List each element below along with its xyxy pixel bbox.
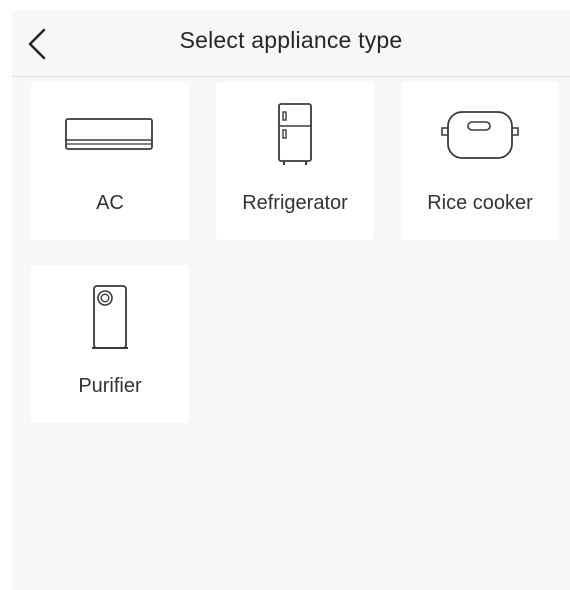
rice-cooker-icon (441, 111, 519, 159)
page-title: Select appliance type (179, 27, 403, 53)
appliance-label: AC (96, 192, 124, 214)
appliance-tile-rice-cooker[interactable]: Rice cooker (401, 82, 559, 240)
air-conditioner-icon (65, 118, 153, 150)
app-screen: Select appliance type AC Refrigerator Ri… (12, 10, 570, 590)
air-purifier-icon (92, 285, 128, 349)
refrigerator-icon (278, 103, 312, 165)
header-bar: Select appliance type (12, 10, 570, 77)
appliance-label: Refrigerator (242, 192, 348, 214)
appliance-label: Rice cooker (427, 192, 533, 214)
appliance-tile-refrigerator[interactable]: Refrigerator (216, 82, 374, 240)
appliance-label: Purifier (78, 375, 142, 397)
appliance-tile-ac[interactable]: AC (31, 82, 189, 240)
appliance-tile-purifier[interactable]: Purifier (31, 265, 189, 423)
